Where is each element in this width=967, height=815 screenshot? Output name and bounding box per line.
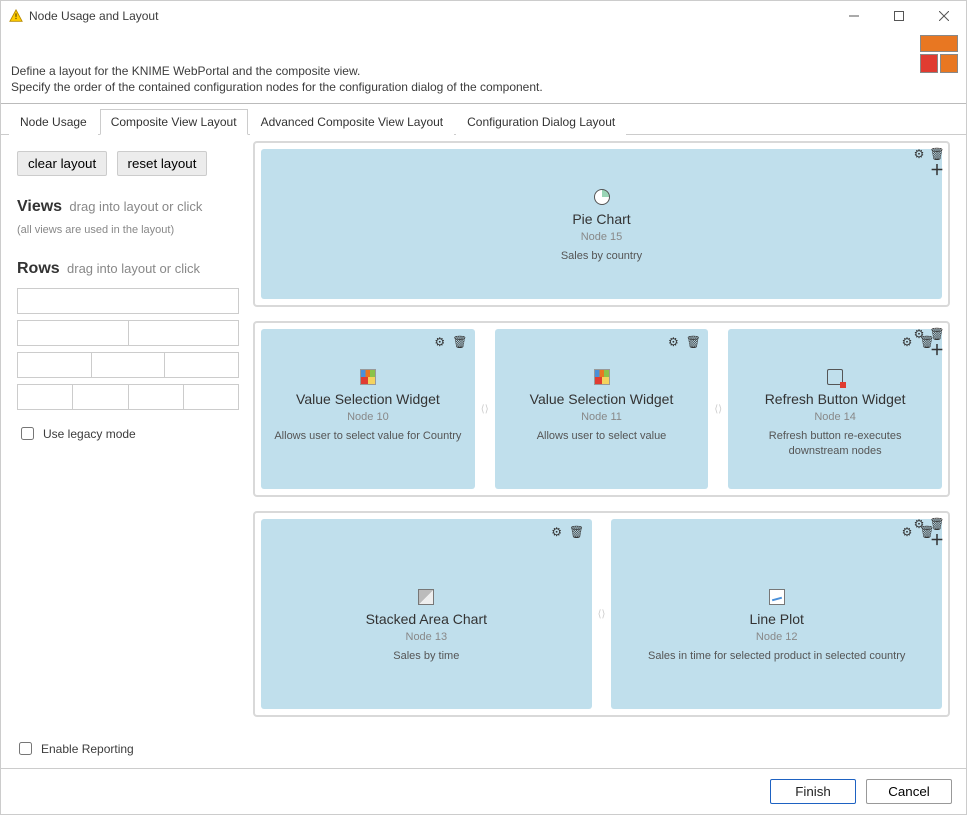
node-desc: Allows user to select value for Country: [271, 429, 465, 443]
row-template-3col[interactable]: [17, 352, 239, 378]
card-settings-icon[interactable]: ⚙: [666, 335, 680, 349]
views-used-note: (all views are used in the layout): [17, 224, 239, 236]
node-desc: Allows user to select value: [505, 429, 699, 443]
column-resizer[interactable]: ⟨⟩: [714, 329, 722, 489]
table-icon: [360, 369, 376, 385]
tab-configuration-dialog-layout[interactable]: Configuration Dialog Layout: [456, 109, 626, 135]
header-line2: Specify the order of the contained confi…: [11, 79, 956, 95]
node-id: Node 11: [505, 411, 699, 423]
header-line1: Define a layout for the KNIME WebPortal …: [11, 63, 956, 79]
card-settings-icon[interactable]: ⚙: [433, 335, 447, 349]
enable-reporting-option[interactable]: Enable Reporting: [15, 739, 134, 758]
layout-row[interactable]: ⚙ 🗑 ＋ Pie Chart Node 15 Sales by country: [253, 141, 950, 307]
legacy-mode-checkbox[interactable]: [21, 427, 34, 440]
row-delete-icon[interactable]: 🗑: [930, 147, 944, 161]
node-card-pie-chart[interactable]: Pie Chart Node 15 Sales by country: [261, 149, 942, 299]
table-icon: [594, 369, 610, 385]
legacy-mode-label: Use legacy mode: [43, 427, 136, 441]
knime-logo-icon: [920, 35, 958, 73]
refresh-icon: [827, 369, 843, 385]
legacy-mode-option[interactable]: Use legacy mode: [17, 424, 239, 443]
titlebar: Node Usage and Layout: [1, 1, 966, 31]
node-title: Pie Chart: [271, 211, 932, 227]
node-desc: Refresh button re-executes downstream no…: [738, 429, 932, 458]
tab-composite-view-layout[interactable]: Composite View Layout: [100, 109, 248, 135]
row-settings-icon[interactable]: ⚙: [912, 327, 926, 341]
row-settings-icon[interactable]: ⚙: [912, 147, 926, 161]
maximize-button[interactable]: [876, 1, 921, 31]
node-title: Stacked Area Chart: [271, 611, 582, 627]
card-delete-icon[interactable]: 🗑: [453, 335, 467, 349]
rows-section-title: Rows: [17, 260, 60, 277]
node-title: Line Plot: [621, 611, 932, 627]
node-desc: Sales by country: [271, 249, 932, 263]
views-section-hint: drag into layout or click: [69, 199, 202, 214]
node-card-value-selection-10[interactable]: ⚙ 🗑 Value Selection Widget Node 10 Allows…: [261, 329, 475, 489]
node-desc: Sales by time: [271, 649, 582, 663]
clear-layout-button[interactable]: clear layout: [17, 151, 107, 176]
views-section-title: Views: [17, 198, 62, 215]
column-resizer[interactable]: ⟨⟩: [598, 519, 606, 709]
node-card-stacked-area[interactable]: ⚙ 🗑 Stacked Area Chart Node 13 Sales by t…: [261, 519, 592, 709]
header-description-area: Define a layout for the KNIME WebPortal …: [1, 31, 966, 104]
row-add-icon[interactable]: ＋: [930, 533, 944, 547]
pie-chart-icon: [594, 189, 610, 205]
row-settings-icon[interactable]: ⚙: [912, 517, 926, 531]
rows-section-hint: drag into layout or click: [67, 261, 200, 276]
enable-reporting-checkbox[interactable]: [19, 742, 32, 755]
line-chart-icon: [769, 589, 785, 605]
row-template-2col[interactable]: [17, 320, 239, 346]
node-card-refresh-button[interactable]: ⚙ 🗑 Refresh Button Widget Node 14 Refresh…: [728, 329, 942, 489]
layout-row[interactable]: ⚙ 🗑 ＋ ⚙ 🗑 Stacked Area Chart Node 13 Sale…: [253, 511, 950, 717]
node-title: Refresh Button Widget: [738, 391, 932, 407]
node-id: Node 10: [271, 411, 465, 423]
row-delete-icon[interactable]: 🗑: [930, 517, 944, 531]
column-resizer[interactable]: ⟨⟩: [481, 329, 489, 489]
row-add-icon[interactable]: ＋: [930, 343, 944, 357]
node-card-value-selection-11[interactable]: ⚙ 🗑 Value Selection Widget Node 11 Allows…: [495, 329, 709, 489]
card-delete-icon[interactable]: 🗑: [686, 335, 700, 349]
row-template-4col[interactable]: [17, 384, 239, 410]
enable-reporting-label: Enable Reporting: [41, 742, 134, 756]
left-panel: clear layout reset layout Views drag int…: [7, 141, 247, 729]
card-delete-icon[interactable]: 🗑: [570, 525, 584, 539]
node-id: Node 12: [621, 631, 932, 643]
node-title: Value Selection Widget: [271, 391, 465, 407]
tab-node-usage[interactable]: Node Usage: [9, 109, 98, 135]
node-card-line-plot[interactable]: ⚙ 🗑 Line Plot Node 12 Sales in time for s…: [611, 519, 942, 709]
node-desc: Sales in time for selected product in se…: [621, 649, 932, 663]
node-id: Node 13: [271, 631, 582, 643]
node-id: Node 14: [738, 411, 932, 423]
minimize-button[interactable]: [831, 1, 876, 31]
cancel-button[interactable]: Cancel: [866, 779, 952, 804]
row-add-icon[interactable]: ＋: [930, 163, 944, 177]
close-button[interactable]: [921, 1, 966, 31]
app-warning-icon: [9, 9, 23, 23]
row-template-1col[interactable]: [17, 288, 239, 314]
layout-canvas[interactable]: ⚙ 🗑 ＋ Pie Chart Node 15 Sales by country: [247, 141, 960, 729]
reset-layout-button[interactable]: reset layout: [117, 151, 208, 176]
tab-bar: Node Usage Composite View Layout Advance…: [1, 108, 966, 135]
finish-button[interactable]: Finish: [770, 779, 856, 804]
window-title: Node Usage and Layout: [29, 9, 158, 23]
node-id: Node 15: [271, 231, 932, 243]
card-settings-icon[interactable]: ⚙: [550, 525, 564, 539]
row-delete-icon[interactable]: 🗑: [930, 327, 944, 341]
layout-row[interactable]: ⚙ 🗑 ＋ ⚙ 🗑 Value Selection Widget Node 10 …: [253, 321, 950, 497]
area-chart-icon: [418, 589, 434, 605]
node-title: Value Selection Widget: [505, 391, 699, 407]
tab-advanced-composite-view-layout[interactable]: Advanced Composite View Layout: [250, 109, 455, 135]
